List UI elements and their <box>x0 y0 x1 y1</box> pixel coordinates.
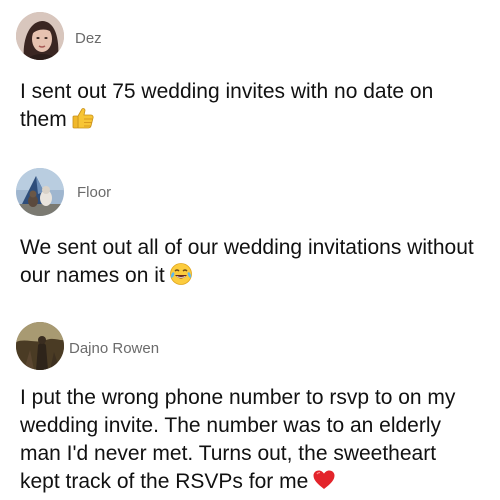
post-text: We sent out all of our wedding invitatio… <box>20 234 480 290</box>
avatar-image <box>16 322 64 370</box>
post: Floor We sent out all of our wedding inv… <box>0 168 500 287</box>
post-text-content: I put the wrong phone number to rsvp to … <box>20 386 456 493</box>
avatar-image <box>16 168 64 216</box>
post: Dez I sent out 75 wedding invites with n… <box>0 12 500 131</box>
red-heart-icon <box>312 468 336 492</box>
username[interactable]: Dajno Rowen <box>69 340 159 357</box>
tears-of-joy-icon <box>169 262 193 286</box>
username[interactable]: Dez <box>75 30 102 47</box>
post-header: Dez <box>0 12 500 62</box>
post-text-content: We sent out all of our wedding invitatio… <box>20 236 474 287</box>
thumbs-up-icon <box>71 106 95 130</box>
avatar[interactable] <box>16 322 64 370</box>
post: Dajno Rowen I put the wrong phone number… <box>0 322 500 493</box>
avatar-image <box>16 12 64 60</box>
post-header: Floor <box>0 168 500 218</box>
post-text: I sent out 75 wedding invites with no da… <box>20 78 480 134</box>
post-header: Dajno Rowen <box>0 322 500 372</box>
post-text: I put the wrong phone number to rsvp to … <box>20 384 480 496</box>
username[interactable]: Floor <box>77 184 111 201</box>
avatar[interactable] <box>16 12 64 60</box>
avatar[interactable] <box>16 168 64 216</box>
